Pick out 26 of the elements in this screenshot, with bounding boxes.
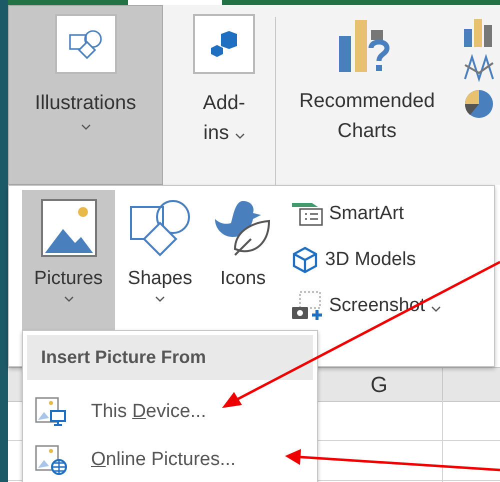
pie-chart-icon[interactable] <box>464 89 494 119</box>
smartart-button[interactable]: SmartArt <box>291 196 442 232</box>
menu-header: Insert Picture From <box>27 335 313 380</box>
recommended-charts-button[interactable]: Recommended Charts <box>282 5 452 185</box>
chevron-down-icon <box>64 296 74 302</box>
line-chart-icon[interactable] <box>464 53 494 83</box>
chevron-down-icon <box>155 296 165 302</box>
smartart-icon <box>291 201 323 227</box>
picture-with-monitor-icon <box>35 397 67 427</box>
picture-icon <box>40 199 96 257</box>
add-ins-button[interactable]: Add- ins <box>179 5 269 185</box>
bar-chart-icon[interactable] <box>464 19 494 47</box>
shapes-button[interactable]: Shapes <box>117 190 203 330</box>
add-in-blocks-icon <box>209 30 239 58</box>
camera-with-plus-icon <box>291 291 323 321</box>
icons-button[interactable]: Icons <box>205 190 281 330</box>
illustrations-button[interactable]: Illustrations <box>8 5 163 185</box>
picture-with-globe-icon <box>35 445 67 475</box>
models-button[interactable]: 3D Models <box>291 242 442 278</box>
chevron-down-icon <box>431 306 442 312</box>
chevron-down-icon <box>234 133 245 139</box>
pictures-button[interactable]: Pictures <box>22 190 115 330</box>
shapes-icon <box>129 197 191 259</box>
chevron-down-icon <box>80 124 90 130</box>
cube-icon <box>291 246 319 274</box>
shapes-icon <box>68 29 102 59</box>
